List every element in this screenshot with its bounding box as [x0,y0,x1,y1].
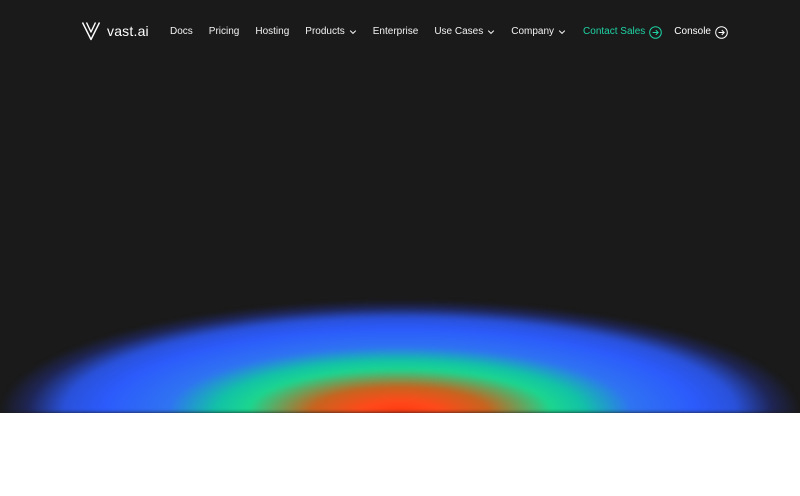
brand-logo[interactable]: vast.ai [81,21,149,41]
nav-item-use-cases[interactable]: Use Cases [434,22,495,42]
arrow-right-circle-icon [649,25,663,39]
nav-item-docs[interactable]: Docs [170,22,193,42]
chevron-down-icon [488,30,495,35]
nav-item-products[interactable]: Products [305,22,356,42]
chevron-down-icon [349,30,356,35]
nav-item-hosting[interactable]: Hosting [255,22,289,42]
console-link[interactable]: Console [674,22,728,42]
nav-item-company[interactable]: Company [511,22,566,42]
arrow-right-circle-icon [715,25,728,39]
nav-item-label: Products [305,26,345,37]
chevron-down-icon [558,30,566,35]
nav-item-label: Company [511,26,555,37]
nav-item-label: Use Cases [434,26,484,37]
nav-item-pricing[interactable]: Pricing [209,22,240,42]
page-content-area [0,413,800,496]
vast-logo-icon [81,22,101,41]
console-label: Console [674,26,711,37]
nav-item-enterprise[interactable]: Enterprise [373,22,419,42]
hero-section: vast.ai Docs Pricing Hosting Products En… [0,0,800,413]
contact-sales-link[interactable]: Contact Sales [583,22,663,42]
nav-actions: Contact Sales Console [583,22,728,42]
nav-item-label: Docs [170,26,193,37]
primary-nav: Docs Pricing Hosting Products Enterprise… [170,22,582,42]
contact-sales-label: Contact Sales [583,26,646,37]
nav-item-label: Enterprise [372,26,419,37]
nav-item-label: Pricing [208,26,240,37]
nav-item-label: Hosting [255,26,290,37]
brand-name: vast.ai [107,23,149,39]
top-navigation: vast.ai Docs Pricing Hosting Products En… [0,0,800,64]
